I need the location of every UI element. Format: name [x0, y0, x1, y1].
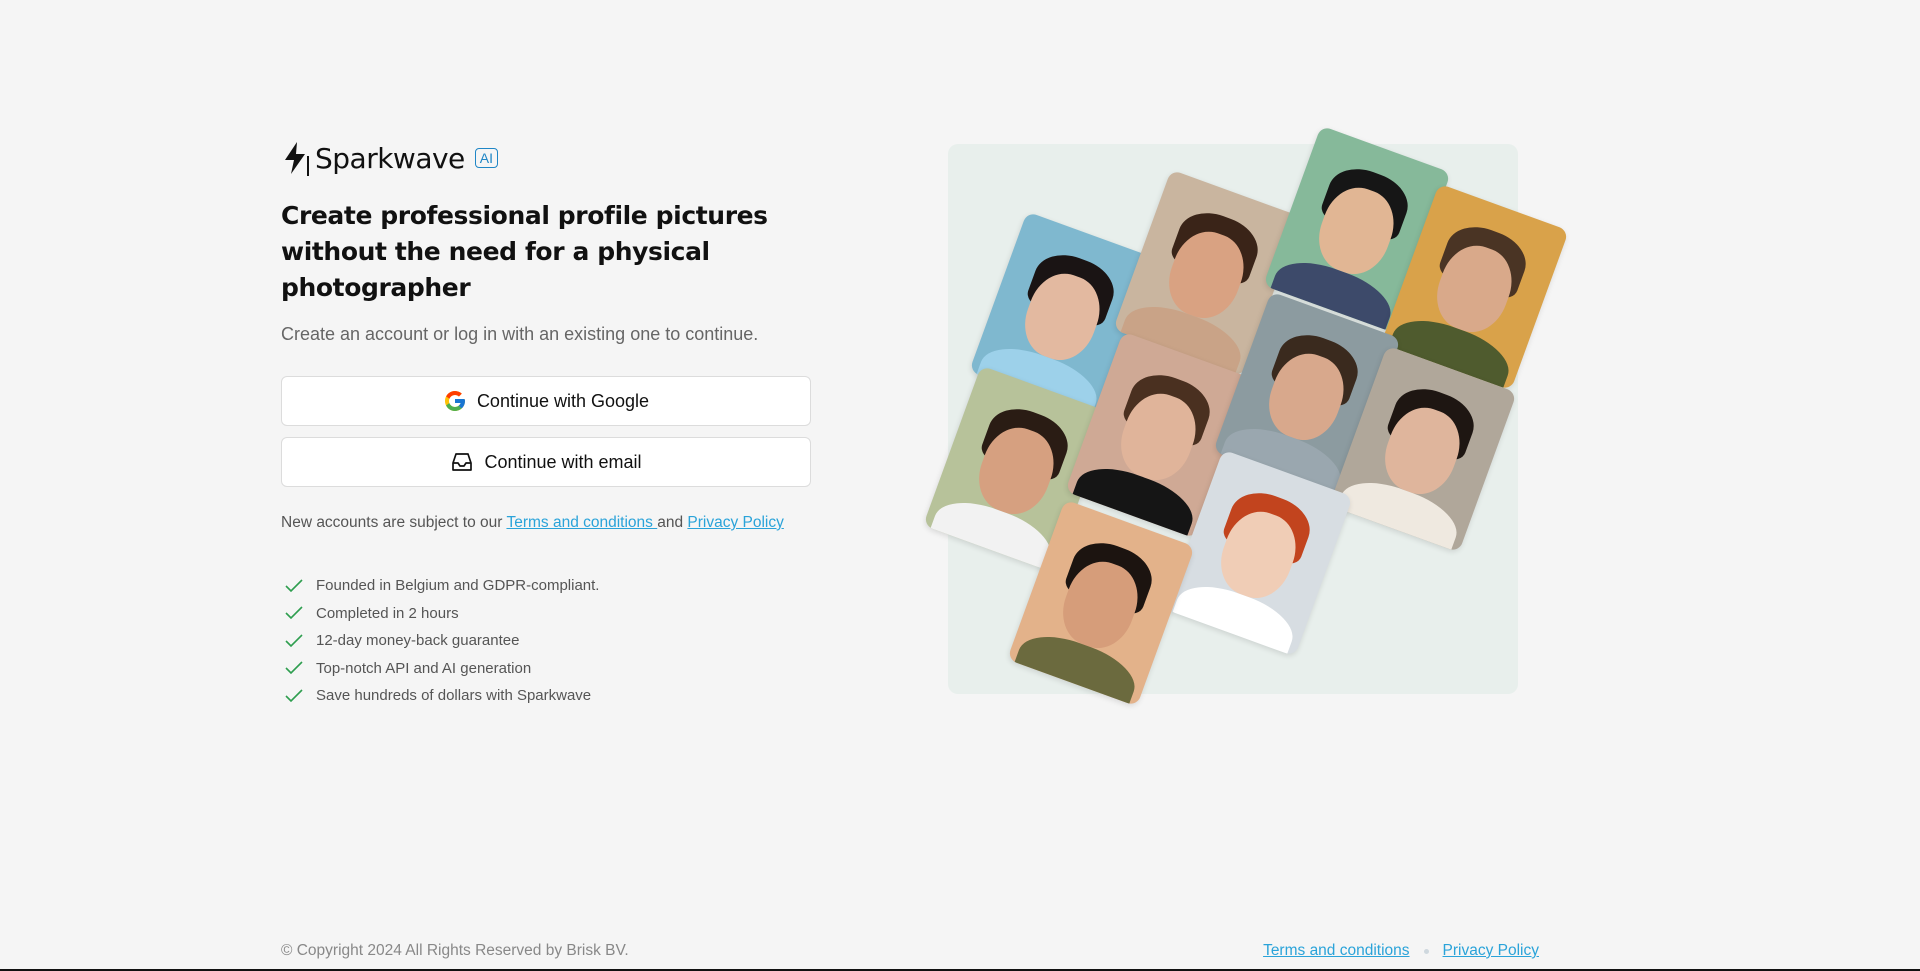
list-item: Top-notch API and AI generation	[281, 655, 841, 683]
bolt-icon	[285, 142, 309, 176]
list-item: Completed in 2 hours	[281, 600, 841, 628]
google-icon	[444, 391, 465, 411]
separator-dot	[1423, 948, 1429, 954]
ai-badge: AI	[474, 148, 499, 168]
check-icon	[285, 689, 303, 702]
feature-text: Save hundreds of dollars with Sparkwave	[316, 687, 592, 705]
inbox-icon	[452, 453, 473, 471]
feature-text: Founded in Belgium and GDPR-compliant.	[316, 577, 600, 595]
terms-prefix: New accounts are subject to our	[281, 514, 507, 531]
feature-text: Completed in 2 hours	[316, 604, 459, 622]
google-button-label: Continue with Google	[476, 390, 650, 411]
footer: © Copyright 2024 All Rights Reserved by …	[0, 940, 1920, 971]
feature-text: Top-notch API and AI generation	[316, 659, 532, 677]
subheading: Create an account or log in with an exis…	[281, 324, 759, 344]
continue-with-email-button[interactable]: Continue with email	[281, 437, 811, 487]
footer-privacy-link[interactable]: Privacy Policy	[1443, 942, 1539, 960]
check-icon	[285, 661, 303, 675]
terms-notice: New accounts are subject to our Terms an…	[281, 514, 841, 532]
check-icon	[285, 634, 303, 647]
continue-with-google-button[interactable]: Continue with Google	[281, 376, 811, 426]
portrait-collage	[923, 125, 1569, 707]
check-icon	[285, 606, 303, 620]
feature-list: Founded in Belgium and GDPR-compliant. C…	[281, 572, 841, 710]
auth-section: Sparkwave AI Create professional profile…	[281, 140, 841, 710]
list-item: Save hundreds of dollars with Sparkwave	[281, 682, 841, 710]
footer-links: Terms and conditions Privacy Policy	[1263, 942, 1539, 960]
feature-text: 12-day money-back guarantee	[316, 632, 520, 650]
email-button-label: Continue with email	[484, 451, 642, 472]
terms-and: and	[657, 514, 688, 531]
terms-link[interactable]: Terms and conditions	[506, 514, 657, 531]
list-item: 12-day money-back guarantee	[281, 627, 841, 655]
page-title: Create professional profile pictures wit…	[281, 201, 768, 302]
footer-terms-link[interactable]: Terms and conditions	[1263, 942, 1409, 960]
brand-name: Sparkwave	[315, 141, 465, 175]
check-icon	[285, 579, 303, 592]
brand-logo: Sparkwave AI	[281, 140, 841, 176]
privacy-link[interactable]: Privacy Policy	[687, 514, 783, 531]
list-item: Founded in Belgium and GDPR-compliant.	[281, 572, 841, 600]
copyright-text: © Copyright 2024 All Rights Reserved by …	[281, 942, 629, 959]
